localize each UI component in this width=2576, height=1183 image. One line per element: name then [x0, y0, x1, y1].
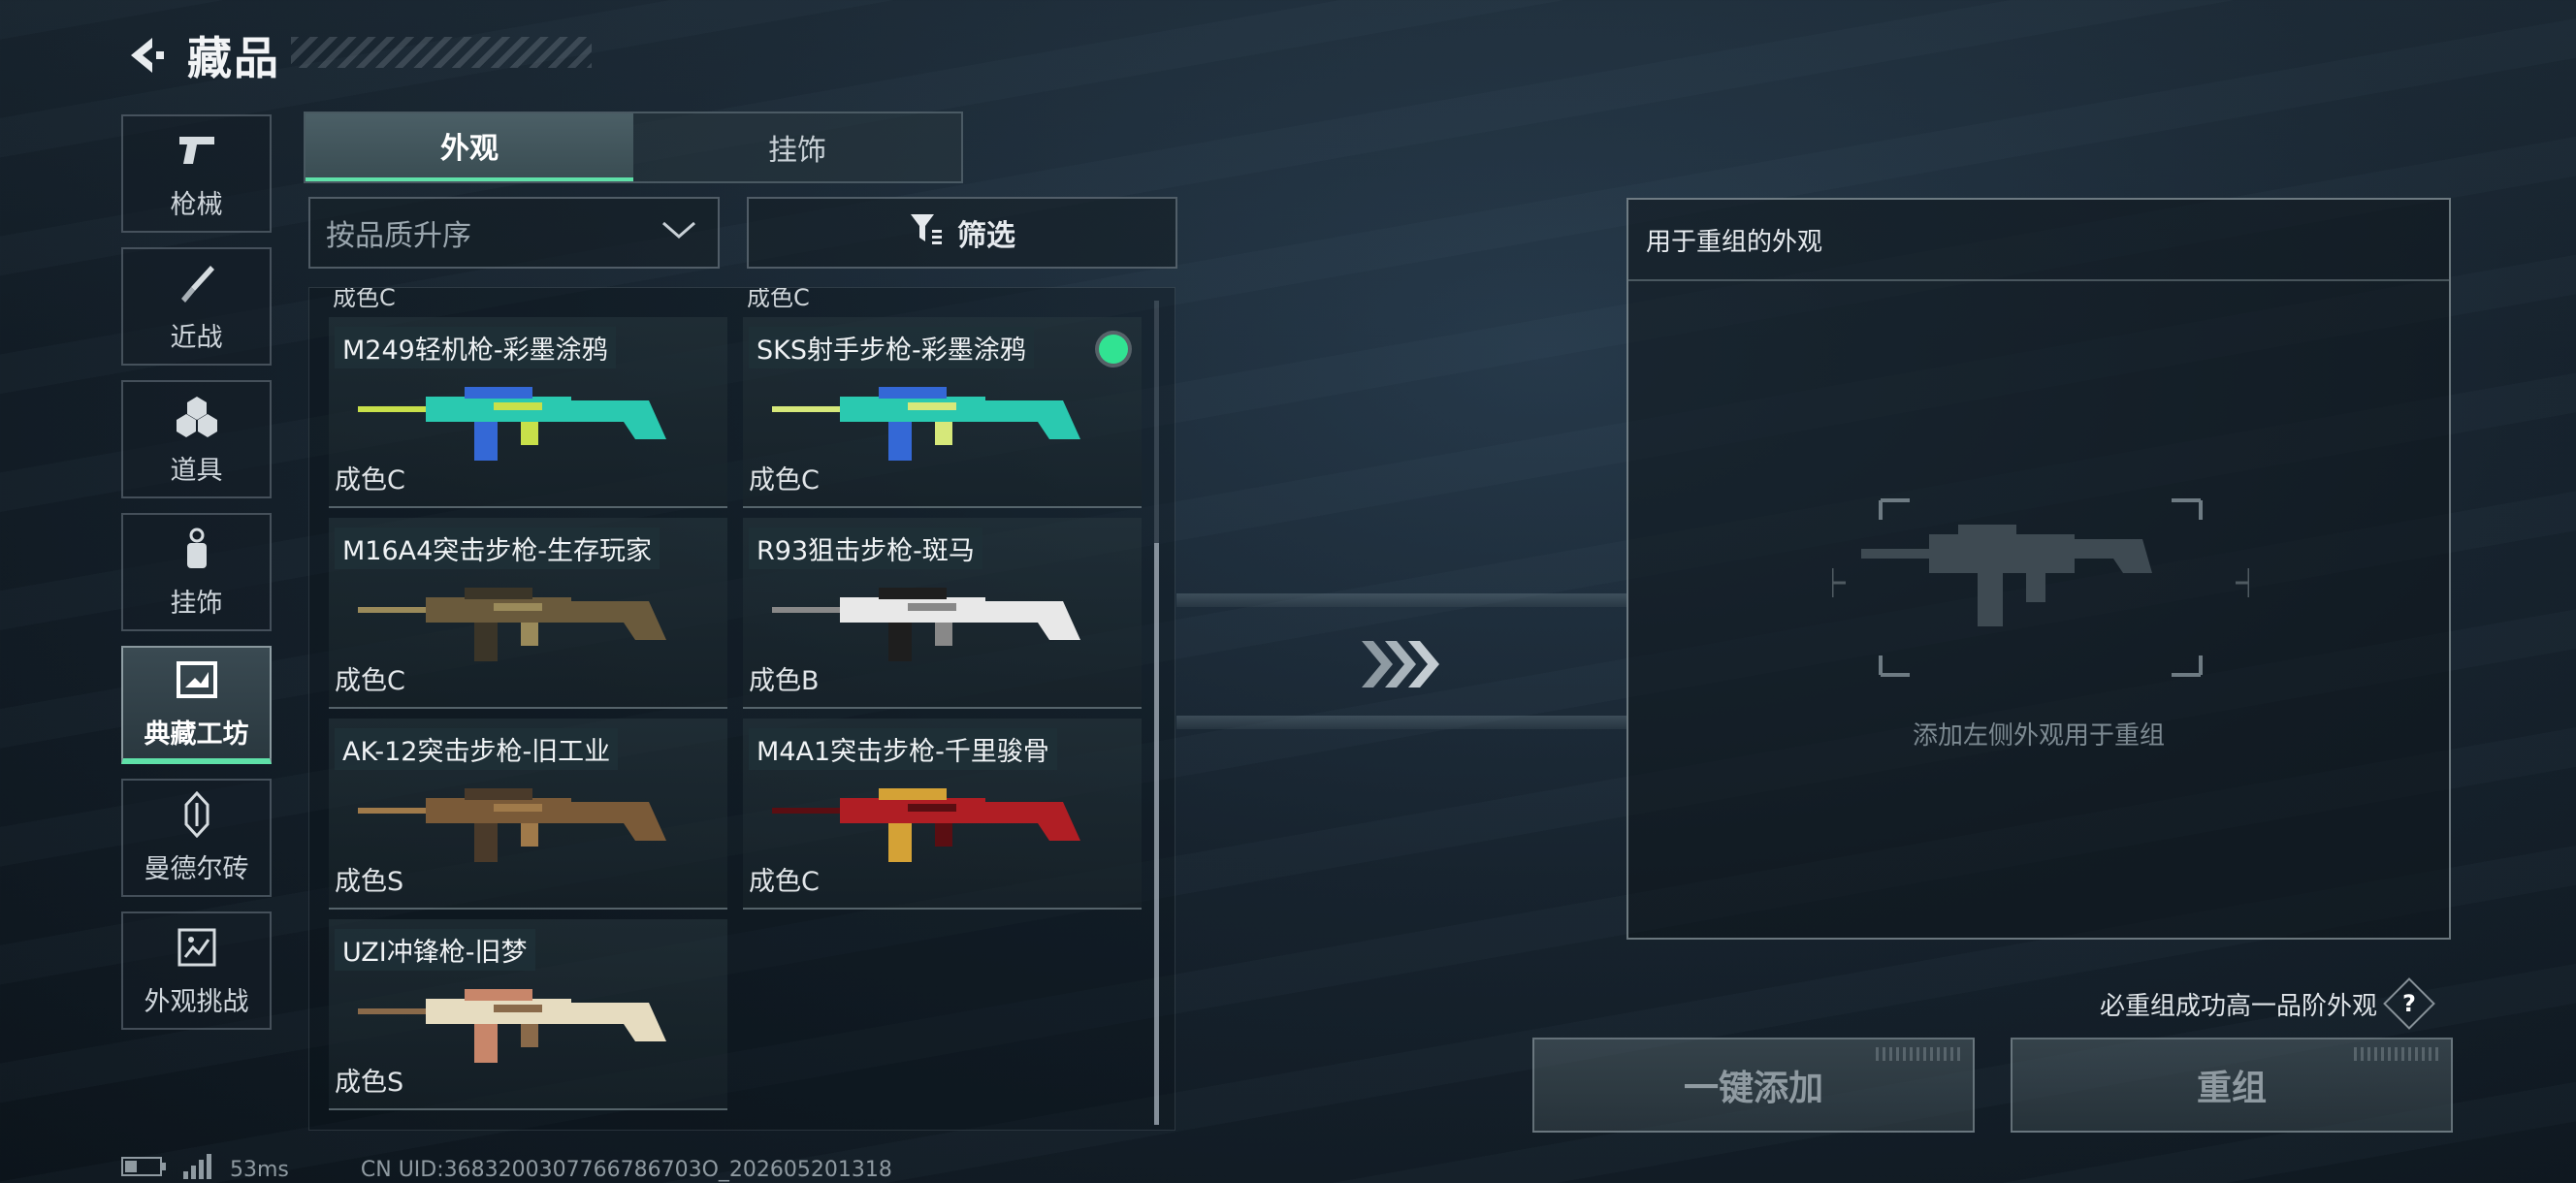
back-arrow-icon[interactable] — [121, 32, 168, 79]
hex-cluster-icon — [174, 393, 220, 439]
sidebar-item-melee[interactable]: 近战 — [121, 247, 272, 366]
skin-name: M249轻机枪-彩墨涂鸦 — [335, 327, 616, 368]
filter-icon — [909, 212, 944, 253]
weapon-skin-image — [772, 788, 1080, 862]
recombine-button[interactable]: 重组 — [2011, 1038, 2453, 1133]
skin-name: R93狙击步枪-斑马 — [749, 528, 982, 569]
skin-card-list: M249轻机枪-彩墨涂鸦 成色C SKS射手步枪-彩墨涂鸦 成色C M16A4突击步枪-… — [329, 317, 1153, 1110]
tab-bar: 外观 挂饰 — [304, 112, 963, 183]
rarity-label: 成色B — [749, 666, 820, 696]
sidebar-item-guns[interactable]: 枪械 — [121, 114, 272, 233]
grid-scrollbar-thumb[interactable] — [1154, 543, 1159, 1125]
skin-name: UZI冲锋枪-旧梦 — [335, 929, 535, 971]
connector-line-top — [1176, 593, 1626, 607]
page-header: 藏品 — [121, 21, 280, 89]
guarantee-note: 必重组成功高一品阶外观 ? — [2100, 977, 2435, 1030]
rarity-label: 成色C — [335, 465, 405, 496]
sidebar-item-label: 道具 — [170, 455, 223, 486]
skin-name: AK-12突击步枪-旧工业 — [335, 728, 619, 770]
category-sidebar: 枪械 近战 道具 挂饰 典藏工坊 曼德尔砖 外观挑战 — [121, 114, 272, 1044]
weapon-skin-image — [358, 989, 666, 1063]
sidebar-item-challenge[interactable]: 外观挑战 — [121, 911, 272, 1030]
pistol-icon — [174, 127, 220, 174]
sort-dropdown-label: 按品质升序 — [326, 219, 471, 253]
rarity-label: 成色S — [335, 1068, 404, 1098]
rarity-label: 成色C — [747, 287, 810, 311]
mandel-brick-icon — [174, 790, 220, 838]
title-decoration — [291, 37, 592, 68]
rarity-label: 成色C — [335, 666, 405, 696]
signal-icon — [181, 1154, 216, 1183]
skin-name: M4A1突击步枪-千里骏骨 — [749, 728, 1057, 770]
workshop-icon — [174, 656, 220, 703]
sidebar-item-label: 枪械 — [170, 189, 223, 220]
tab-charms[interactable]: 挂饰 — [633, 113, 961, 181]
rarity-label: 成色S — [335, 867, 404, 897]
page-title: 藏品 — [187, 32, 280, 84]
weapon-skin-image — [772, 588, 1080, 661]
sidebar-item-charms[interactable]: 挂饰 — [121, 513, 272, 631]
tab-appearance[interactable]: 外观 — [306, 113, 633, 181]
placeholder-text: 添加左侧外观用于重组 — [1912, 721, 2165, 751]
add-all-button[interactable]: 一键添加 — [1532, 1038, 1975, 1133]
rarity-label: 成色C — [333, 287, 396, 311]
sidebar-item-label: 近战 — [170, 322, 223, 353]
recombine-panel: 用于重组的外观 添加左侧外观用于重组 — [1626, 198, 2451, 940]
status-bar: 53ms CN UID:3683200307766786703O_2026052… — [121, 1154, 892, 1183]
skin-name: SKS射手步枪-彩墨涂鸦 — [749, 327, 1034, 368]
sidebar-item-label: 外观挑战 — [144, 986, 249, 1017]
skin-grid: 成色C 成色C M249轻机枪-彩墨涂鸦 成色C SKS射手步枪-彩墨涂鸦 成色C M1… — [308, 287, 1175, 1131]
weapon-skin-image — [772, 387, 1080, 461]
skin-card[interactable]: SKS射手步枪-彩墨涂鸦成色C — [743, 317, 1142, 508]
placeholder-rifle-icon — [1832, 498, 2249, 677]
skin-card[interactable]: R93狙击步枪-斑马成色B — [743, 518, 1142, 709]
sidebar-item-workshop[interactable]: 典藏工坊 — [121, 646, 272, 764]
chevron-down-icon — [660, 219, 698, 246]
weapon-skin-image — [358, 588, 666, 661]
sidebar-item-label: 典藏工坊 — [144, 719, 249, 750]
challenge-icon — [174, 924, 220, 971]
ping-value: 53ms — [230, 1157, 289, 1182]
recombine-panel-title: 用于重组的外观 — [1628, 200, 2449, 281]
filter-button[interactable]: 筛选 — [747, 197, 1177, 269]
skin-card[interactable]: UZI冲锋枪-旧梦成色S — [329, 919, 727, 1110]
sidebar-item-items[interactable]: 道具 — [121, 380, 272, 498]
sort-dropdown[interactable]: 按品质升序 — [308, 197, 720, 269]
sidebar-item-label: 曼德尔砖 — [144, 853, 249, 884]
connector-line-bottom — [1176, 716, 1626, 729]
skin-card[interactable]: M16A4突击步枪-生存玩家成色C — [329, 518, 727, 709]
battery-icon — [121, 1156, 168, 1183]
partially-visible-row: 成色C 成色C — [333, 287, 1175, 311]
help-icon[interactable]: ? — [2383, 977, 2435, 1030]
rarity-label: 成色C — [749, 867, 820, 897]
weapon-skin-image — [358, 387, 666, 461]
filter-label: 筛选 — [957, 219, 1015, 253]
rarity-label: 成色C — [749, 465, 820, 496]
user-uid: CN UID:3683200307766786703O_202605201318 — [360, 1157, 892, 1182]
skin-name: M16A4突击步枪-生存玩家 — [335, 528, 660, 569]
weapon-skin-image — [358, 788, 666, 862]
selected-indicator-icon — [1099, 335, 1128, 364]
sidebar-item-label: 挂饰 — [170, 588, 223, 619]
skin-card[interactable]: AK-12突击步枪-旧工业成色S — [329, 719, 727, 910]
sidebar-item-mandel-brick[interactable]: 曼德尔砖 — [121, 779, 272, 897]
skin-card[interactable]: M249轻机枪-彩墨涂鸦成色C — [329, 317, 727, 508]
knife-icon — [174, 260, 220, 306]
skin-card[interactable]: M4A1突击步枪-千里骏骨成色C — [743, 719, 1142, 910]
triple-chevron-icon — [1358, 635, 1445, 693]
guarantee-text: 必重组成功高一品阶外观 — [2100, 991, 2378, 1021]
charm-icon — [174, 526, 220, 572]
